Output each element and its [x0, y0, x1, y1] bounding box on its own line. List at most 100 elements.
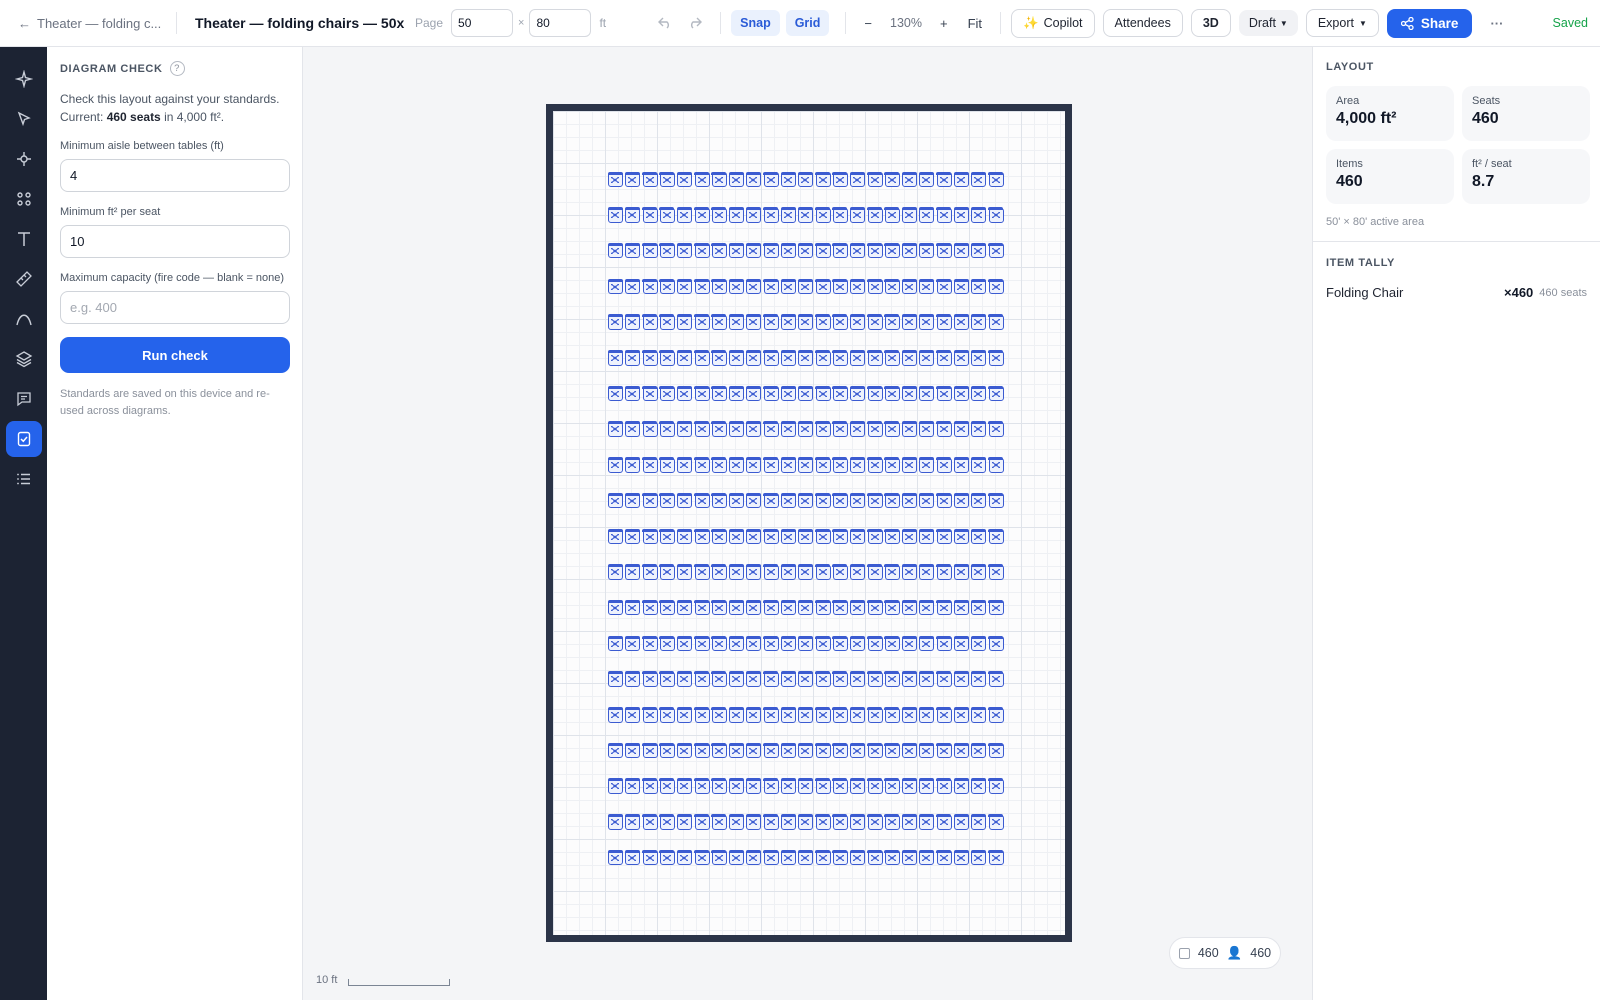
folding-chair[interactable] [780, 278, 796, 295]
folding-chair[interactable] [953, 385, 969, 402]
folding-chair[interactable] [676, 778, 693, 794]
folding-chair[interactable] [867, 671, 883, 687]
folding-chair[interactable] [624, 350, 641, 366]
folding-chair[interactable] [642, 849, 658, 866]
folding-chair[interactable] [953, 314, 969, 330]
folding-chair[interactable] [763, 849, 779, 866]
folding-chair[interactable] [849, 421, 866, 437]
folding-chair[interactable] [711, 635, 727, 652]
folding-chair[interactable] [918, 207, 935, 223]
folding-chair[interactable] [832, 635, 848, 652]
folding-chair[interactable] [797, 171, 814, 187]
folding-chair[interactable] [936, 492, 952, 509]
folding-chair[interactable] [988, 207, 1004, 223]
folding-chair[interactable] [901, 814, 918, 830]
folding-chair[interactable] [849, 814, 866, 830]
share-button[interactable]: Share [1386, 8, 1473, 38]
folding-chair[interactable] [918, 778, 935, 794]
folding-chair[interactable] [607, 599, 623, 616]
folding-chair[interactable] [884, 671, 900, 687]
checklist-icon[interactable] [5, 421, 42, 457]
folding-chair[interactable] [970, 207, 987, 223]
folding-chair[interactable] [711, 421, 727, 437]
folding-chair[interactable] [867, 421, 883, 437]
folding-chair[interactable] [676, 350, 693, 366]
folding-chair[interactable] [642, 742, 658, 759]
folding-chair[interactable] [918, 707, 935, 723]
folding-chair[interactable] [728, 421, 745, 437]
folding-chair[interactable] [763, 778, 779, 794]
folding-chair[interactable] [849, 599, 866, 616]
folding-chair[interactable] [918, 814, 935, 830]
folding-chair[interactable] [694, 421, 710, 437]
folding-chair[interactable] [711, 314, 727, 330]
grid-toggle[interactable]: Grid [785, 10, 830, 36]
folding-chair[interactable] [918, 528, 935, 544]
folding-chair[interactable] [763, 242, 779, 259]
folding-chair[interactable] [867, 778, 883, 794]
folding-chair[interactable] [884, 278, 900, 295]
folding-chair[interactable] [988, 635, 1004, 652]
folding-chair[interactable] [970, 528, 987, 544]
folding-chair[interactable] [953, 528, 969, 544]
folding-chair[interactable] [624, 849, 641, 866]
folding-chair[interactable] [884, 350, 900, 366]
folding-chair[interactable] [867, 707, 883, 723]
folding-chair[interactable] [953, 457, 969, 473]
folding-chair[interactable] [694, 742, 710, 759]
folding-chair[interactable] [711, 742, 727, 759]
folding-chair[interactable] [711, 671, 727, 687]
folding-chair[interactable] [642, 207, 658, 223]
folding-chair[interactable] [659, 242, 675, 259]
folding-chair[interactable] [849, 171, 866, 187]
folding-chair[interactable] [676, 564, 693, 580]
folding-chair[interactable] [728, 814, 745, 830]
folding-chair[interactable] [988, 528, 1004, 544]
folding-chair[interactable] [659, 707, 675, 723]
list-icon[interactable] [6, 461, 42, 497]
folding-chair[interactable] [988, 385, 1004, 402]
folding-chair[interactable] [711, 492, 727, 509]
folding-chair[interactable] [694, 492, 710, 509]
folding-chair[interactable] [815, 635, 831, 652]
folding-chair[interactable] [953, 421, 969, 437]
folding-chair[interactable] [694, 242, 710, 259]
folding-chair[interactable] [694, 814, 710, 830]
folding-chair[interactable] [642, 492, 658, 509]
folding-chair[interactable] [642, 385, 658, 402]
folding-chair[interactable] [867, 599, 883, 616]
node-icon[interactable] [6, 141, 42, 177]
folding-chair[interactable] [694, 707, 710, 723]
folding-chair[interactable] [642, 242, 658, 259]
folding-chair[interactable] [642, 564, 658, 580]
folding-chair[interactable] [624, 742, 641, 759]
back-link[interactable]: ← Theater — folding c... [18, 16, 166, 31]
folding-chair[interactable] [970, 278, 987, 295]
folding-chair[interactable] [780, 528, 796, 544]
folding-chair[interactable] [642, 278, 658, 295]
folding-chair[interactable] [867, 635, 883, 652]
folding-chair[interactable] [797, 207, 814, 223]
folding-chair[interactable] [901, 849, 918, 866]
attendees-button[interactable]: Attendees [1102, 9, 1183, 37]
folding-chair[interactable] [918, 314, 935, 330]
folding-chair[interactable] [849, 242, 866, 259]
folding-chair[interactable] [780, 421, 796, 437]
folding-chair[interactable] [849, 278, 866, 295]
folding-chair[interactable] [815, 421, 831, 437]
folding-chair[interactable] [745, 599, 762, 616]
folding-chair[interactable] [728, 528, 745, 544]
folding-chair[interactable] [728, 278, 745, 295]
folding-chair[interactable] [694, 778, 710, 794]
folding-chair[interactable] [936, 278, 952, 295]
folding-chair[interactable] [953, 350, 969, 366]
folding-chair[interactable] [815, 564, 831, 580]
folding-chair[interactable] [901, 599, 918, 616]
folding-chair[interactable] [763, 278, 779, 295]
folding-chair[interactable] [832, 207, 848, 223]
folding-chair[interactable] [659, 278, 675, 295]
folding-chair[interactable] [659, 599, 675, 616]
folding-chair[interactable] [918, 242, 935, 259]
folding-chair[interactable] [659, 671, 675, 687]
folding-chair[interactable] [918, 278, 935, 295]
